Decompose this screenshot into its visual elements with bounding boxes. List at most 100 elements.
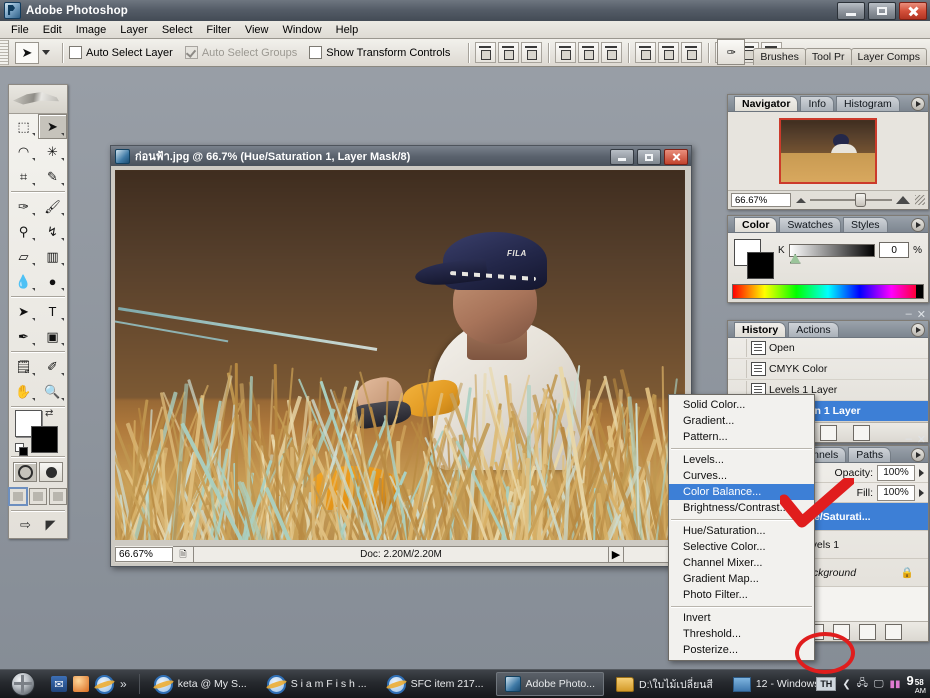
tab-styles[interactable]: Styles <box>842 217 888 232</box>
move-tool[interactable]: ➤ <box>38 114 67 139</box>
menu-select[interactable]: Select <box>155 22 200 38</box>
slider-knob[interactable] <box>855 193 867 207</box>
menu-item-curves[interactable]: Curves... <box>669 468 814 484</box>
new-layer-icon[interactable] <box>858 623 876 640</box>
magic-wand-tool[interactable]: ✳ <box>38 139 67 164</box>
menu-item-pattern[interactable]: Pattern... <box>669 429 814 445</box>
minimize-button[interactable] <box>837 2 865 20</box>
background-color-swatch[interactable] <box>747 252 774 279</box>
delete-state-icon[interactable] <box>852 424 870 441</box>
menu-item-channel-mixer[interactable]: Channel Mixer... <box>669 555 814 571</box>
menu-image[interactable]: Image <box>69 22 114 38</box>
palette-menu-icon[interactable] <box>911 323 925 337</box>
auto-select-layer-checkbox[interactable]: Auto Select Layer <box>69 46 173 59</box>
tool-preset-picker[interactable]: ➤ <box>9 41 56 64</box>
create-new-snapshot-icon[interactable] <box>819 424 837 441</box>
history-brush-tool[interactable]: ↯ <box>38 219 67 244</box>
eyedropper-tool[interactable]: ✐ <box>38 354 67 379</box>
menu-item-photo-filter[interactable]: Photo Filter... <box>669 587 814 603</box>
quick-mask-mode-button[interactable] <box>39 462 63 482</box>
menu-item-gradient-map[interactable]: Gradient Map... <box>669 571 814 587</box>
close-icon[interactable]: ✕ <box>917 308 926 321</box>
menu-help[interactable]: Help <box>329 22 366 38</box>
outlook-icon[interactable]: ✉ <box>51 676 67 692</box>
fill-spinner-icon[interactable] <box>919 488 924 497</box>
slider-thumb[interactable] <box>789 253 801 264</box>
gradient-tool[interactable]: ▥ <box>38 244 67 269</box>
tab-history[interactable]: History <box>734 322 787 337</box>
zoom-tool[interactable]: 🔍 <box>38 379 67 404</box>
lasso-tool[interactable]: ◠ <box>9 139 38 164</box>
align-right-edges-button[interactable] <box>601 42 623 63</box>
taskbar-clock[interactable]: 9 58 AM <box>907 673 926 695</box>
volume-icon[interactable]: ▮▮ <box>890 679 901 690</box>
opacity-value[interactable]: 100% <box>877 464 915 481</box>
navigator-zoom-slider[interactable] <box>796 193 910 207</box>
tab-actions[interactable]: Actions <box>788 322 839 337</box>
new-group-icon[interactable] <box>832 623 850 640</box>
menu-item-color-balance[interactable]: Color Balance... <box>669 484 814 500</box>
menu-item-solid-color[interactable]: Solid Color... <box>669 397 814 413</box>
document-title-bar[interactable]: ก่อนฟ้า.jpg @ 66.7% (Hue/Saturation 1, L… <box>111 146 691 166</box>
opacity-spinner-icon[interactable] <box>919 468 924 477</box>
hand-tool[interactable]: ✋ <box>9 379 38 404</box>
document-maximize-button[interactable] <box>637 149 661 165</box>
history-item[interactable]: Open <box>728 338 928 359</box>
tab-info[interactable]: Info <box>800 96 834 111</box>
taskbar-button-siamfish[interactable]: S i a m F i s h ... <box>259 673 375 695</box>
zoom-in-icon[interactable] <box>896 196 910 204</box>
menu-item-gradient[interactable]: Gradient... <box>669 413 814 429</box>
chevron-left-icon[interactable]: ❮ <box>842 679 850 690</box>
brush-tool[interactable]: 🖌 <box>38 194 67 219</box>
dodge-tool[interactable]: ● <box>38 269 67 294</box>
crop-tool[interactable]: ⌗ <box>9 164 38 189</box>
internet-explorer-icon[interactable] <box>95 674 114 694</box>
maximize-button[interactable] <box>868 2 896 20</box>
show-transform-controls-checkbox[interactable]: Show Transform Controls <box>309 46 450 59</box>
menu-item-levels[interactable]: Levels... <box>669 452 814 468</box>
navigator-thumbnail-area[interactable] <box>728 112 928 190</box>
language-indicator[interactable]: TH <box>816 677 837 691</box>
close-icon[interactable]: ✕ <box>917 433 926 446</box>
standard-screen-mode-button[interactable] <box>8 487 28 506</box>
start-button[interactable] <box>3 671 43 697</box>
delete-layer-icon[interactable] <box>884 623 902 640</box>
history-snapshot-box[interactable] <box>728 339 747 357</box>
document-close-button[interactable] <box>664 149 688 165</box>
jump-to-imageready-icon[interactable]: ✑ <box>717 39 746 65</box>
distribute-bottom-edges-button[interactable] <box>681 42 703 63</box>
palette-well-tab-brushes[interactable]: Brushes <box>753 48 806 65</box>
resize-grip[interactable] <box>915 195 925 205</box>
distribute-vertical-centers-button[interactable] <box>658 42 680 63</box>
tab-color[interactable]: Color <box>734 217 778 232</box>
palette-menu-icon[interactable] <box>911 448 925 462</box>
toolbox-header-feather-logo[interactable] <box>9 85 67 114</box>
menu-item-brightness-contrast[interactable]: Brightness/Contrast... <box>669 500 814 516</box>
eraser-tool[interactable]: ▱ <box>9 244 38 269</box>
menu-layer[interactable]: Layer <box>113 22 155 38</box>
pen-tool[interactable]: ✒ <box>9 324 38 349</box>
zoom-out-icon[interactable] <box>796 197 806 203</box>
media-icon[interactable] <box>73 676 89 692</box>
new-adjustment-layer-context-menu[interactable]: Solid Color... Gradient... Pattern... Level… <box>668 394 815 661</box>
rectangular-marquee-tool[interactable]: ⬚ <box>9 114 38 139</box>
taskbar-button-photoshop[interactable]: Adobe Photo... <box>495 672 604 696</box>
history-snapshot-box[interactable] <box>728 360 747 378</box>
minimize-icon[interactable]: – <box>906 308 912 321</box>
distribute-top-edges-button[interactable] <box>635 42 657 63</box>
menu-window[interactable]: Window <box>276 22 329 38</box>
type-tool[interactable]: T <box>38 299 67 324</box>
notes-tool[interactable]: 🗒 <box>9 354 38 379</box>
clone-stamp-tool[interactable]: ⚲ <box>9 219 38 244</box>
menu-edit[interactable]: Edit <box>36 22 69 38</box>
navigator-zoom-field[interactable]: 66.67% <box>731 193 791 207</box>
tab-navigator[interactable]: Navigator <box>734 96 799 111</box>
blur-tool[interactable]: 💧 <box>9 269 38 294</box>
network-icon[interactable]: 🖧 <box>857 676 868 693</box>
close-button[interactable] <box>899 2 927 20</box>
swap-colors-icon[interactable]: ⇄ <box>45 408 57 419</box>
k-channel-slider[interactable] <box>788 243 876 264</box>
standard-mode-button[interactable] <box>13 462 37 482</box>
palette-menu-icon[interactable] <box>911 97 925 111</box>
align-horizontal-centers-button[interactable] <box>578 42 600 63</box>
